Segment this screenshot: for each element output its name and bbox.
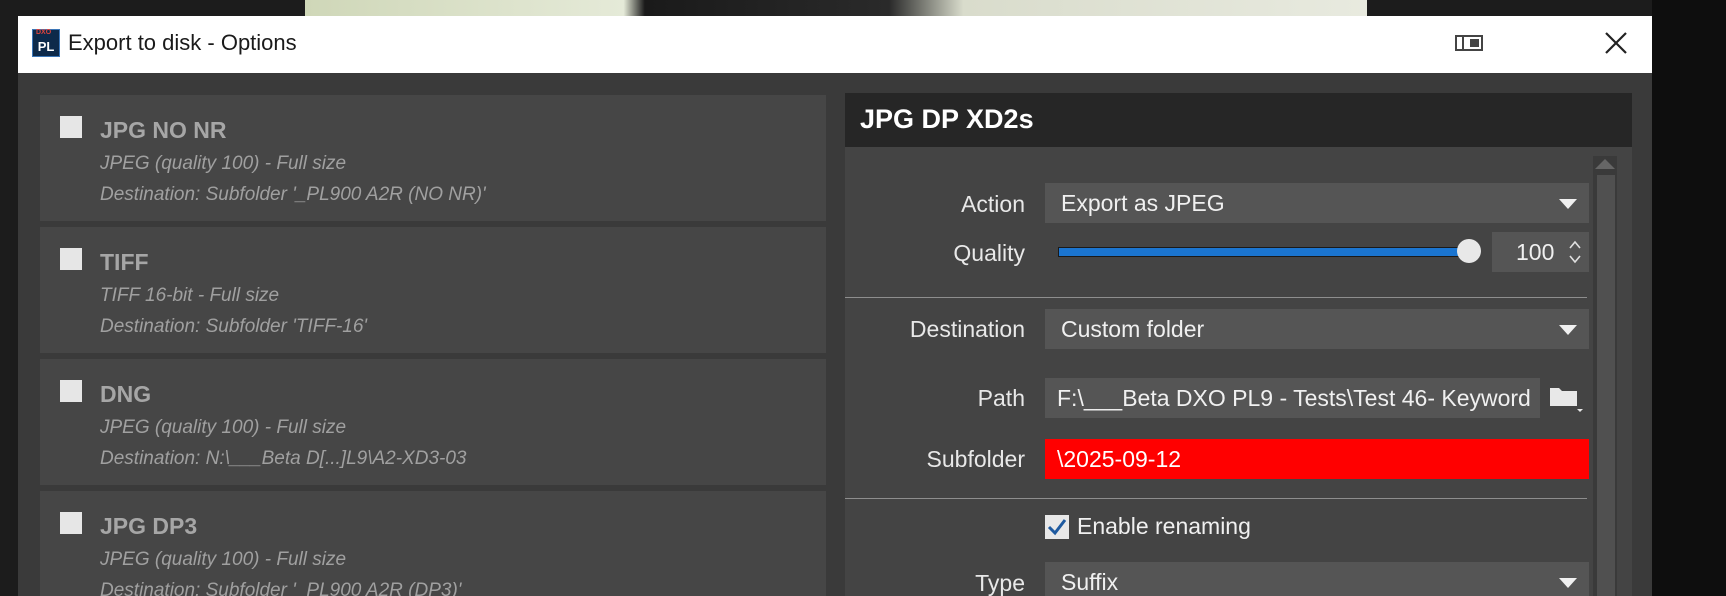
quality-spinbox[interactable]: 100 — [1492, 232, 1589, 272]
destination-value: Custom folder — [1061, 316, 1205, 342]
folder-icon — [1550, 388, 1583, 412]
path-input[interactable]: F:\___Beta DXO PL9 - Tests\Test 46- Keyw… — [1045, 378, 1540, 418]
preset-description: TIFF 16-bit - Full size — [100, 285, 280, 306]
destination-dropdown[interactable]: Custom folder — [1045, 309, 1589, 349]
preset-item[interactable]: TIFF TIFF 16-bit - Full size Destination… — [40, 227, 826, 353]
checkmark-icon — [1047, 519, 1067, 536]
preset-description: JPEG (quality 100) - Full size — [100, 417, 347, 438]
spin-up-icon[interactable] — [1569, 240, 1581, 250]
background-photo — [305, 0, 1367, 16]
browse-folder-button[interactable] — [1547, 380, 1585, 416]
section-divider — [845, 297, 1587, 298]
background-area — [1652, 0, 1726, 596]
quality-slider-handle[interactable] — [1457, 239, 1481, 263]
enable-renaming-checkbox[interactable] — [1045, 515, 1069, 539]
preset-destination: Destination: Subfolder 'TIFF-16' — [100, 316, 368, 337]
preset-name: JPG DP3 — [100, 513, 198, 539]
preset-name: DNG — [100, 381, 152, 407]
destination-label: Destination — [909, 316, 1025, 342]
section-divider — [845, 498, 1587, 499]
close-button[interactable] — [1598, 28, 1632, 58]
preset-name: TIFF — [100, 249, 149, 275]
settings-scrollbar[interactable] — [1593, 156, 1617, 596]
preset-item[interactable]: DNG JPEG (quality 100) - Full size Desti… — [40, 359, 826, 485]
close-icon — [1605, 32, 1627, 54]
chevron-down-icon — [1559, 325, 1577, 335]
preset-checkbox[interactable] — [60, 116, 82, 138]
preset-item[interactable]: JPG DP3 JPEG (quality 100) - Full size D… — [40, 491, 826, 596]
quality-label: Quality — [953, 240, 1025, 266]
preset-name: JPG NO NR — [100, 117, 227, 143]
preset-description: JPEG (quality 100) - Full size — [100, 153, 347, 174]
spin-down-icon[interactable] — [1569, 254, 1581, 264]
app-icon-top-text: DXO — [36, 29, 52, 36]
preset-description: JPEG (quality 100) - Full size — [100, 549, 347, 570]
compact-mode-button[interactable] — [1452, 28, 1486, 58]
quality-slider[interactable] — [1058, 247, 1478, 257]
subfolder-value: \2025-09-12 — [1057, 446, 1182, 472]
chevron-down-icon — [1559, 578, 1577, 588]
compact-window-icon — [1455, 35, 1483, 51]
preset-settings-panel: JPG DP XD2s Action Export as JPEG Qualit… — [845, 93, 1632, 596]
action-label: Action — [961, 191, 1025, 217]
quality-value: 100 — [1516, 239, 1555, 265]
title-bar: DXO PL Export to disk - Options — [18, 16, 1652, 73]
enable-renaming-label: Enable renaming — [1077, 513, 1251, 539]
app-icon: DXO PL — [32, 29, 60, 57]
preset-checkbox[interactable] — [60, 248, 82, 270]
subfolder-label: Subfolder — [926, 446, 1025, 472]
action-dropdown[interactable]: Export as JPEG — [1045, 183, 1589, 223]
path-label: Path — [977, 385, 1025, 411]
scroll-up-icon[interactable] — [1595, 159, 1615, 169]
scrollbar-track[interactable] — [1597, 175, 1615, 596]
window-title: Export to disk - Options — [68, 30, 297, 55]
preset-destination: Destination: Subfolder '_PL900 A2R (NO N… — [100, 184, 486, 205]
type-dropdown[interactable]: Suffix — [1045, 562, 1589, 596]
settings-header: JPG DP XD2s — [845, 93, 1632, 147]
action-value: Export as JPEG — [1061, 190, 1225, 216]
app-icon-label: PL — [37, 39, 55, 54]
selected-preset-name: JPG DP XD2s — [860, 104, 1034, 134]
preset-checkbox[interactable] — [60, 380, 82, 402]
type-value: Suffix — [1061, 569, 1119, 595]
preset-checkbox[interactable] — [60, 512, 82, 534]
quality-slider-fill — [1059, 248, 1477, 256]
subfolder-input[interactable]: \2025-09-12 — [1045, 439, 1589, 479]
path-value: F:\___Beta DXO PL9 - Tests\Test 46- Keyw… — [1057, 385, 1531, 411]
type-label: Type — [975, 570, 1025, 596]
export-options-dialog: DXO PL Export to disk - Options JPG NO N… — [18, 16, 1652, 596]
preset-item[interactable]: JPG NO NR JPEG (quality 100) - Full size… — [40, 95, 826, 221]
preset-list: JPG NO NR JPEG (quality 100) - Full size… — [40, 95, 826, 596]
chevron-down-icon — [1559, 199, 1577, 209]
preset-destination: Destination: Subfolder '_PL900 A2R (DP3)… — [100, 580, 462, 596]
preset-destination: Destination: N:\___Beta D[...]L9\A2-XD3-… — [100, 448, 467, 469]
